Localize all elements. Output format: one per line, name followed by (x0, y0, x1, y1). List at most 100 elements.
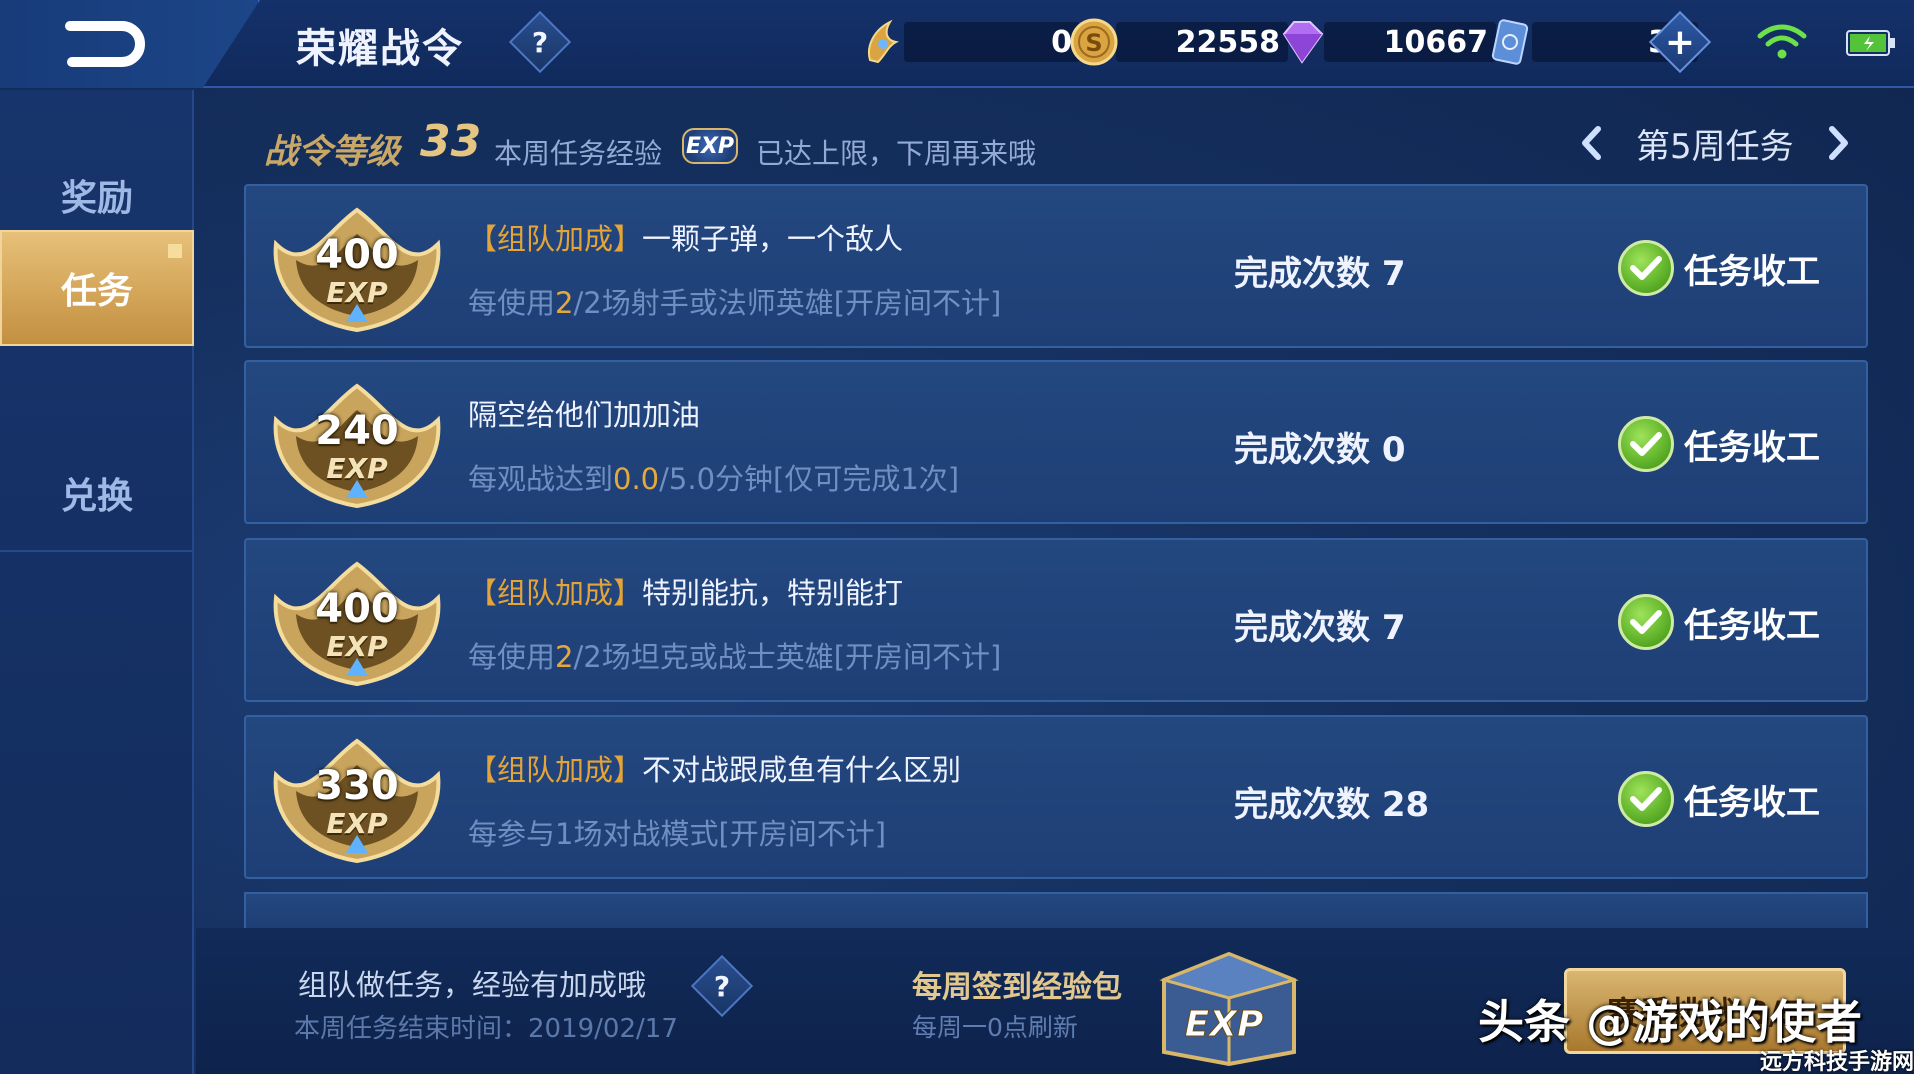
watermark-site: 远方科技手游网 (1760, 1050, 1914, 1074)
battle-token-icon (868, 19, 900, 64)
task-row-partial (244, 892, 1868, 928)
task-row: 240 EXP 隔空给他们加加油 每观战达到0.0/5.0分钟[仅可完成1次] 完成次数… (244, 360, 1868, 524)
chest-exp-label: EXP (1185, 1004, 1264, 1045)
task-title: 隔空给他们加加油 (468, 392, 700, 434)
gold-count: 22558 (1116, 22, 1288, 62)
watermark-text: 头条 @游戏的使者 (1478, 995, 1863, 1049)
completion-count-value: 7 (1381, 608, 1406, 648)
week-selector: 第5周任务 (1576, 118, 1854, 168)
task-status-label: 任务收工 (1684, 782, 1820, 823)
question-icon: ? (531, 25, 549, 59)
task-desc-prefix: 每参与1场对战模式[开房间不计] (468, 817, 887, 851)
task-title: 【组队加成】特别能抗，特别能打 (468, 570, 903, 612)
plus-icon: + (1664, 21, 1696, 63)
top-bar: 荣耀战令 ? 0 S 22558 10667 38 + (0, 0, 1914, 88)
exp-reward-unit: EXP (326, 807, 388, 840)
pass-level-label: 战令等级 (264, 132, 400, 172)
team-bonus-tag: 【组队加成】 (468, 576, 643, 610)
exp-reward-value: 400 (315, 232, 399, 278)
completion-count: 完成次数 0 (1234, 422, 1406, 471)
task-status-label: 任务收工 (1684, 605, 1820, 646)
svg-text:S: S (1085, 29, 1102, 57)
task-status[interactable]: 任务收工 (1618, 416, 1820, 472)
completion-count: 完成次数 7 (1234, 600, 1406, 649)
task-row: 330 EXP 【组队加成】不对战跟咸鱼有什么区别每参与1场对战模式[开房间不计] 完… (244, 715, 1868, 879)
task-name: 特别能抗，特别能打 (642, 576, 904, 610)
battery-icon (1846, 30, 1895, 56)
resource-diamond: 10667 (1276, 18, 1496, 66)
task-desc-prefix: 每使用 (468, 286, 556, 320)
back-arrow-icon (65, 21, 145, 67)
sidebar-item-exchange[interactable]: 兑换 (0, 436, 194, 552)
task-progress-value: 2 (555, 286, 574, 320)
team-bonus-tip: 组队做任务，经验有加成哦 (298, 968, 647, 1002)
task-desc-suffix: /5.0分钟[仅可完成1次] (659, 462, 960, 496)
weekly-exp-pack-refresh: 每周一0点刷新 (912, 1013, 1078, 1042)
pass-level-value: 33 (420, 116, 482, 167)
week-end-time: 本周任务结束时间：2019/02/17 (294, 1014, 678, 1044)
chevron-left-icon (1582, 126, 1601, 160)
check-icon (1618, 240, 1674, 296)
check-icon (1618, 771, 1674, 827)
task-description: 每观战达到0.0/5.0分钟[仅可完成1次] (468, 456, 959, 498)
week-label: 第5周任务 (1636, 126, 1794, 167)
back-button[interactable] (0, 0, 260, 88)
completion-count-label: 完成次数 (1234, 608, 1370, 648)
exp-reward-value: 240 (315, 408, 399, 454)
chevron-right-icon (1828, 126, 1848, 160)
help-button[interactable]: ? (508, 10, 572, 74)
completion-count-value: 28 (1381, 785, 1430, 825)
sidebar-item-tasks[interactable]: 任务 (0, 230, 194, 346)
diamond-count: 10667 (1324, 22, 1496, 62)
task-name: 隔空给他们加加油 (468, 398, 701, 432)
task-desc-suffix: /2场射手或法师英雄[开房间不计] (573, 286, 1002, 320)
task-progress-value: 2 (555, 640, 574, 674)
task-desc-prefix: 每观战达到 (468, 462, 614, 496)
exp-reward-unit: EXP (326, 452, 388, 485)
task-description: 每使用2/2场射手或法师英雄[开房间不计] (468, 280, 1001, 322)
completion-count-label: 完成次数 (1234, 785, 1370, 825)
exp-reward-value: 330 (315, 763, 399, 809)
diamond-icon (1282, 21, 1324, 64)
exp-chest-icon[interactable]: EXP (1154, 940, 1304, 1068)
task-status[interactable]: 任务收工 (1618, 594, 1820, 650)
weekly-exp-cap-note: 已达上限，下周再来哦 (756, 137, 1037, 170)
completion-count-value: 7 (1381, 254, 1406, 294)
completion-count: 完成次数 7 (1234, 246, 1406, 295)
task-row: 400 EXP 【组队加成】特别能抗，特别能打每使用2/2场坦克或战士英雄[开房间不… (244, 538, 1868, 702)
team-bonus-tag: 【组队加成】 (468, 222, 643, 256)
task-row: 400 EXP 【组队加成】一颗子弹，一个敌人每使用2/2场射手或法师英雄[开房间不… (244, 184, 1868, 348)
wifi-icon (1757, 24, 1807, 59)
resource-gold: S 22558 (1068, 18, 1288, 66)
prev-week-button[interactable] (1576, 123, 1606, 163)
task-status-label: 任务收工 (1684, 427, 1820, 468)
task-description: 每使用2/2场坦克或战士英雄[开房间不计] (468, 634, 1001, 676)
check-icon (1618, 594, 1674, 650)
completion-count-value: 0 (1381, 430, 1406, 470)
next-week-button[interactable] (1824, 123, 1854, 163)
footer-help-button[interactable]: ? (690, 954, 754, 1018)
completion-count-label: 完成次数 (1234, 254, 1370, 294)
exp-reward-value: 400 (315, 586, 399, 632)
battle-token-count: 0 (904, 22, 1080, 62)
task-name: 不对战跟咸鱼有什么区别 (642, 753, 962, 787)
task-title: 【组队加成】不对战跟咸鱼有什么区别 (468, 747, 961, 789)
team-bonus-tag: 【组队加成】 (468, 753, 643, 787)
task-status[interactable]: 任务收工 (1618, 240, 1820, 296)
resource-battle-token: 0 (856, 18, 1080, 66)
question-icon: ? (713, 969, 731, 1003)
weekly-exp-pack-title: 每周签到经验包 (912, 970, 1122, 1005)
task-desc-suffix: /2场坦克或战士英雄[开房间不计] (573, 640, 1002, 674)
gold-coin-icon: S (1070, 18, 1118, 66)
weekly-exp-note: 本周任务经验 (494, 137, 663, 170)
task-status[interactable]: 任务收工 (1618, 771, 1820, 827)
exp-icon: EXP (682, 128, 738, 164)
completion-count: 完成次数 28 (1234, 777, 1429, 826)
task-description: 每参与1场对战模式[开房间不计] (468, 811, 886, 853)
sidebar: 奖励 任务 兑换 (0, 90, 194, 1074)
exp-reward-unit: EXP (326, 630, 388, 663)
task-progress-value: 0.0 (613, 462, 660, 496)
task-name: 一颗子弹，一个敌人 (642, 222, 904, 256)
exp-reward-unit: EXP (326, 276, 388, 309)
page-title: 荣耀战令 (296, 26, 464, 72)
